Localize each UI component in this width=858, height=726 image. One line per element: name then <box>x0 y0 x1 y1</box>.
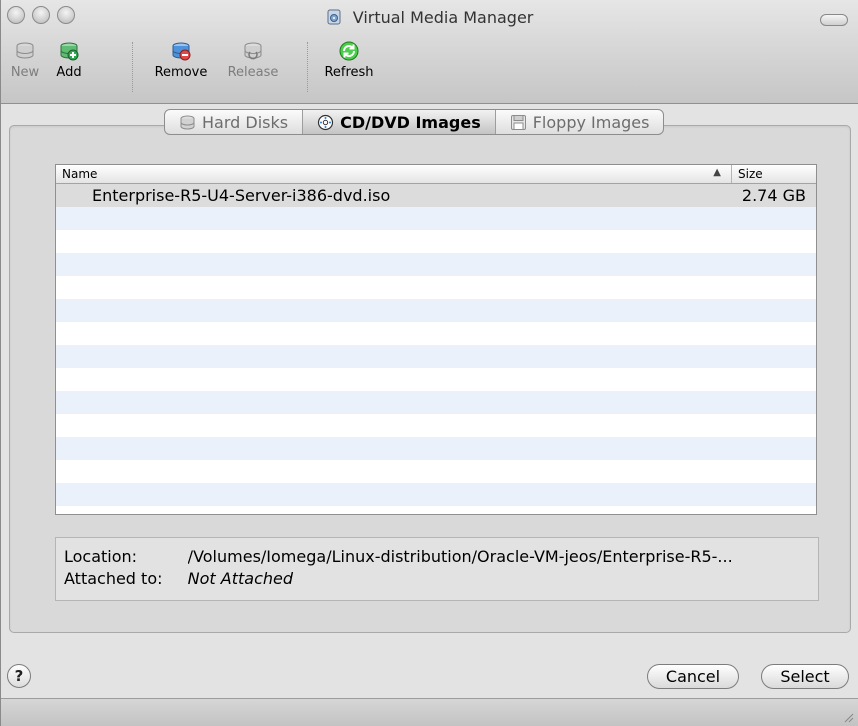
add-label: Add <box>56 65 82 80</box>
refresh-button[interactable]: Refresh <box>319 34 379 96</box>
new-label: New <box>10 65 40 80</box>
table-row[interactable]: Enterprise-R5-U4-Server-i386-dvd.iso 2.7… <box>56 184 816 207</box>
window-bottom-bar <box>1 698 858 726</box>
select-button[interactable]: Select <box>761 664 849 689</box>
empty-row <box>56 460 816 483</box>
refresh-label: Refresh <box>324 65 374 80</box>
location-value: /Volumes/Iomega/Linux-distribution/Oracl… <box>187 546 733 566</box>
floppy-icon <box>510 114 526 130</box>
release-button[interactable]: Release <box>221 34 285 96</box>
tab-floppy-label: Floppy Images <box>532 112 650 132</box>
empty-row <box>56 207 816 230</box>
empty-row <box>56 437 816 460</box>
empty-row <box>56 253 816 276</box>
tab-hard-disks-label: Hard Disks <box>202 112 289 132</box>
attached-row: Attached to: Not Attached <box>64 567 810 589</box>
resize-grip-icon[interactable] <box>842 711 854 723</box>
empty-row <box>56 368 816 391</box>
column-header-name-label: Name <box>62 167 98 181</box>
sort-ascending-icon: ▲ <box>713 167 721 178</box>
list-rows: Enterprise-R5-U4-Server-i386-dvd.iso 2.7… <box>56 184 816 514</box>
media-type-tabs: Hard Disks CD/DVD Images Floppy Images <box>164 109 665 135</box>
release-label: Release <box>227 65 279 80</box>
empty-row <box>56 483 816 506</box>
help-button[interactable]: ? <box>7 664 31 688</box>
empty-row <box>56 345 816 368</box>
column-header-size[interactable]: Size <box>732 165 816 183</box>
window-title: Virtual Media Manager <box>1 8 858 27</box>
tab-hard-disks[interactable]: Hard Disks <box>165 110 304 134</box>
empty-row <box>56 322 816 345</box>
empty-row <box>56 276 816 299</box>
disk-new-icon <box>16 42 34 59</box>
disk-add-icon <box>60 42 79 61</box>
attached-value: Not Attached <box>187 568 294 588</box>
cd-dvd-icon <box>317 114 334 130</box>
empty-row <box>56 299 816 322</box>
remove-button[interactable]: Remove <box>147 34 215 96</box>
tab-cd-dvd-images[interactable]: CD/DVD Images <box>303 110 496 134</box>
row-name: Enterprise-R5-U4-Server-i386-dvd.iso <box>92 186 391 205</box>
media-list[interactable]: Name ▲ Size Enterprise-R5-U4-Server-i386… <box>55 164 817 515</box>
hard-disk-icon <box>180 115 195 129</box>
row-size: 2.74 GB <box>741 186 806 205</box>
toolbar-separator <box>307 42 308 92</box>
window-title-text: Virtual Media Manager <box>352 8 534 27</box>
column-header-name[interactable]: Name ▲ <box>56 165 732 183</box>
toolbar-toggle-button[interactable] <box>820 14 848 26</box>
attached-label: Attached to: <box>64 568 163 588</box>
media-manager-icon <box>327 9 341 25</box>
tab-floppy-images[interactable]: Floppy Images <box>496 110 664 134</box>
list-header: Name ▲ Size <box>56 165 816 184</box>
column-header-size-label: Size <box>738 167 763 181</box>
tab-cd-dvd-label: CD/DVD Images <box>340 112 481 132</box>
empty-row <box>56 391 816 414</box>
empty-row <box>56 506 816 514</box>
location-label: Location: <box>64 546 138 566</box>
content-area: Hard Disks CD/DVD Images Floppy Images N… <box>1 105 858 726</box>
new-button[interactable]: New <box>5 34 45 96</box>
disk-release-icon <box>244 42 262 60</box>
toolbar-separator <box>132 42 133 92</box>
cancel-button[interactable]: Cancel <box>647 664 739 689</box>
refresh-icon <box>339 41 359 61</box>
empty-row <box>56 414 816 437</box>
add-button[interactable]: Add <box>49 34 89 96</box>
title-toolbar-area: Virtual Media Manager New Add Remove Rel… <box>1 0 858 104</box>
empty-row <box>56 230 816 253</box>
media-details-panel: Location: /Volumes/Iomega/Linux-distribu… <box>55 537 819 601</box>
location-row: Location: /Volumes/Iomega/Linux-distribu… <box>64 545 810 567</box>
virtual-media-manager-window: Virtual Media Manager New Add Remove Rel… <box>0 0 858 726</box>
remove-label: Remove <box>154 65 208 80</box>
disk-remove-icon <box>172 42 191 61</box>
